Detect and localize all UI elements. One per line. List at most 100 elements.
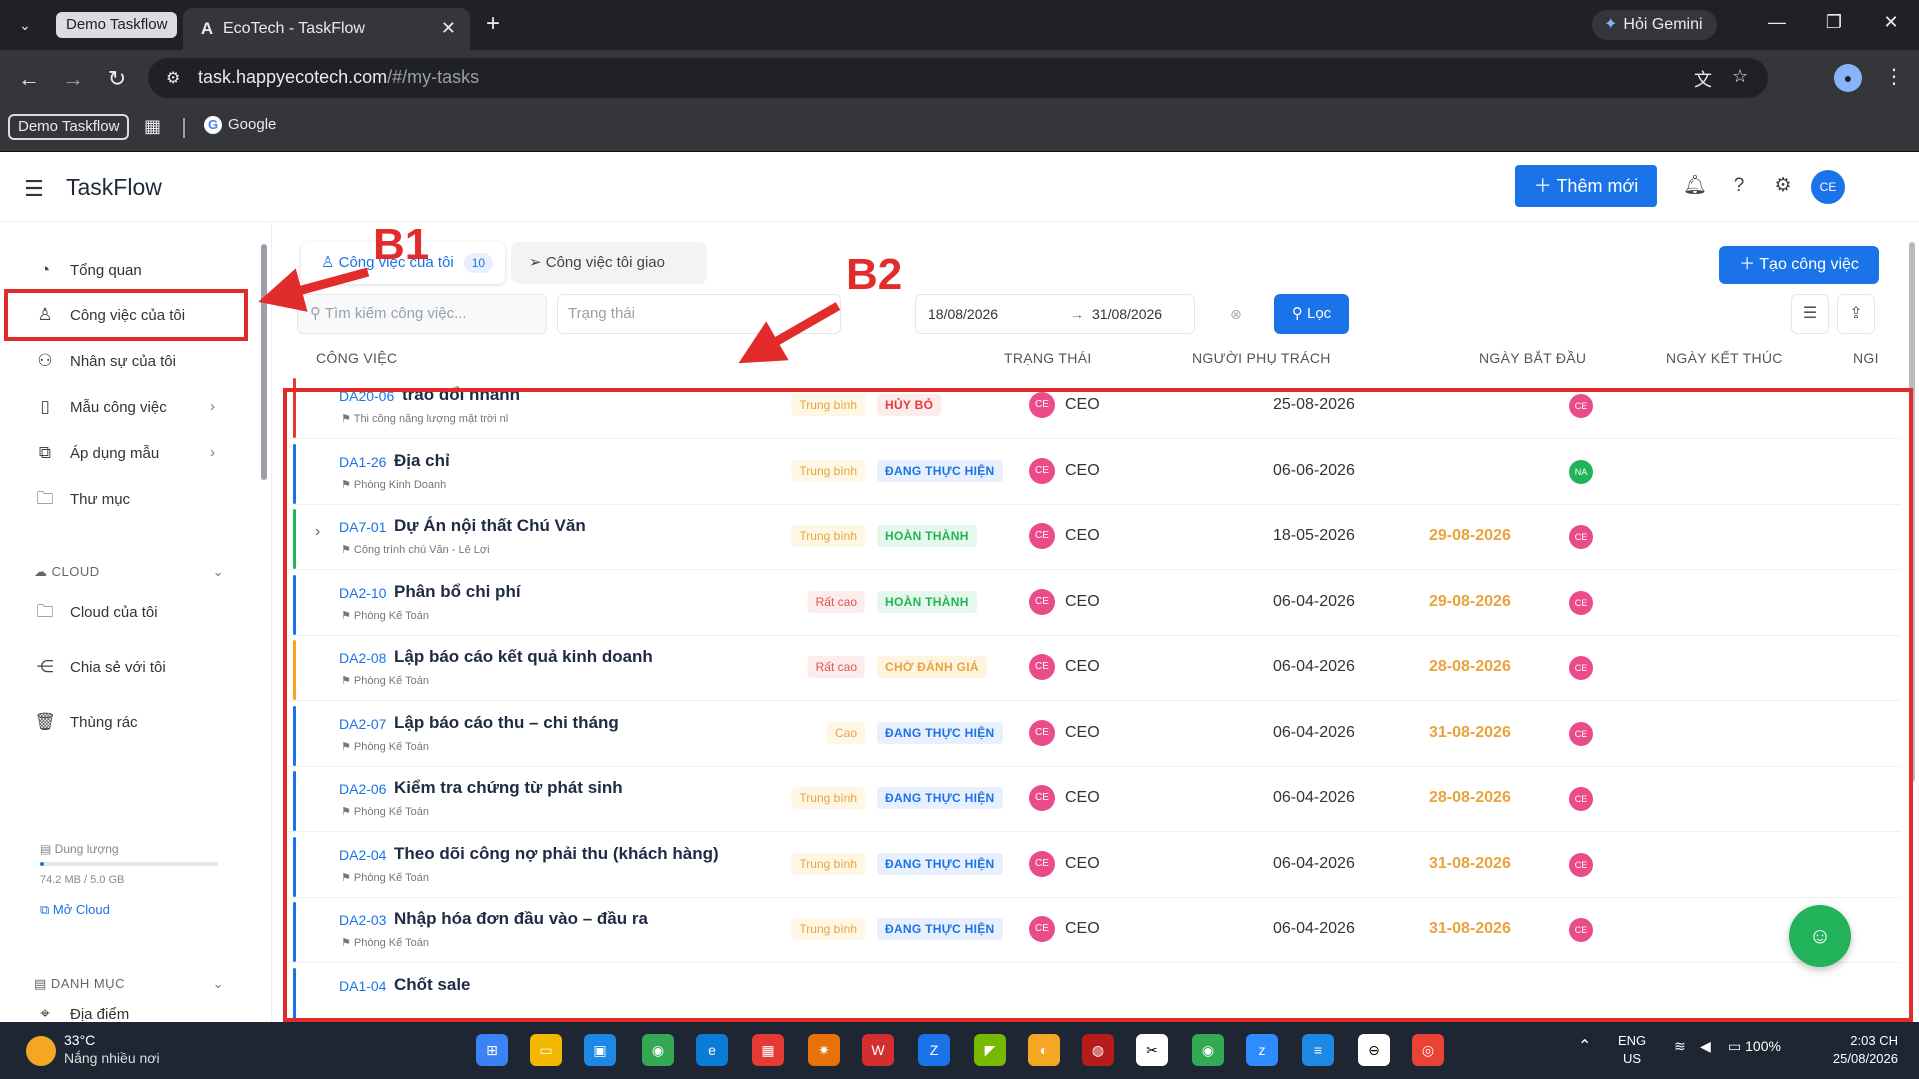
- weather-temp: 33°C: [64, 1032, 96, 1048]
- weather-desc: Nắng nhiều nơi: [64, 1050, 160, 1066]
- zoom-icon[interactable]: z: [1246, 1034, 1278, 1066]
- folder-icon: 🗀︎: [36, 489, 54, 508]
- category-section-header[interactable]: ▤ DANH MỤC ⌄: [34, 974, 224, 994]
- copy-icon: ⧉: [38, 443, 52, 462]
- battery-percent: 100%: [1745, 1038, 1781, 1054]
- storage-progress-fill: [40, 862, 44, 866]
- file-explorer-icon[interactable]: ▭: [530, 1034, 562, 1066]
- browser-menu-icon[interactable]: ⋮: [1884, 64, 1904, 89]
- minimize-icon[interactable]: —: [1762, 12, 1792, 33]
- wifi-icon[interactable]: ≋: [1674, 1038, 1686, 1055]
- chrome-icon[interactable]: ◎: [1412, 1034, 1444, 1066]
- annotation-box-b1: [4, 289, 248, 341]
- edge-icon[interactable]: e: [696, 1034, 728, 1066]
- chrome-profile-icon[interactable]: ◉: [1192, 1034, 1224, 1066]
- status-select[interactable]: Trạng thái ⌄: [557, 294, 841, 334]
- sidebar-item-label: Nhân sự của tôi: [70, 353, 176, 370]
- bookmark-divider: [183, 118, 185, 138]
- tab-assigned-tasks[interactable]: ➢ Công việc tôi giao: [511, 242, 707, 284]
- create-task-label: Tạo công việc: [1759, 256, 1859, 273]
- browser-toolbar: ← → ↻ ⚙ task.happyecotech.com/#/my-tasks…: [0, 50, 1919, 108]
- volume-icon[interactable]: ◀: [1700, 1038, 1711, 1055]
- annotation-label-b2: B2: [846, 250, 903, 299]
- clock[interactable]: 2:03 CH 25/08/2026: [1818, 1032, 1898, 1068]
- site-info-icon[interactable]: ⚙: [166, 68, 180, 88]
- add-new-button[interactable]: ＋ Thêm mới: [1515, 165, 1657, 207]
- nvidia-icon[interactable]: ◤: [974, 1034, 1006, 1066]
- bookmark-group-chip[interactable]: Demo Taskflow: [8, 114, 130, 140]
- tab-search-icon[interactable]: ⌄: [14, 14, 36, 36]
- sidebar-item-shared[interactable]: ⋲ Chia sẻ với tôi: [34, 653, 166, 681]
- app-icon[interactable]: ⊖: [1358, 1034, 1390, 1066]
- sidebar-item-folders[interactable]: 🗀︎ Thư mục: [34, 485, 131, 513]
- storage-label-text: Dung lượng: [54, 842, 119, 856]
- app-icon[interactable]: ◍: [1082, 1034, 1114, 1066]
- gear-icon[interactable]: ⚙: [1771, 174, 1795, 198]
- open-cloud-link[interactable]: ⧉ Mở Cloud: [40, 902, 110, 918]
- menu-icon[interactable]: ☰: [24, 176, 44, 202]
- media-icon[interactable]: ▣: [584, 1034, 616, 1066]
- tab-favicon-icon: A: [200, 19, 214, 38]
- app-icon[interactable]: ▦: [752, 1034, 784, 1066]
- sidebar-item-label: Áp dụng mẫu: [70, 445, 160, 462]
- sparkle-app-icon[interactable]: ✷: [808, 1034, 840, 1066]
- capcut-icon[interactable]: ✂: [1136, 1034, 1168, 1066]
- sidebar-item-templates[interactable]: ▯ Mẫu công việc ›: [34, 393, 215, 421]
- filter-button[interactable]: ⚲ Lọc: [1274, 294, 1349, 334]
- date-to[interactable]: 31/08/2026: [1092, 295, 1162, 333]
- start-icon[interactable]: ⊞: [476, 1034, 508, 1066]
- sidebar-item-my-cloud[interactable]: 🗀︎ Cloud của tôi: [34, 598, 158, 626]
- notepad-icon[interactable]: ≡: [1302, 1034, 1334, 1066]
- arrow-right-icon: →: [1070, 306, 1084, 322]
- apps-grid-icon[interactable]: ▦: [144, 116, 161, 137]
- battery-indicator[interactable]: ▭ 100%: [1728, 1038, 1781, 1055]
- chevron-right-icon: ›: [210, 444, 215, 461]
- bookmark-star-icon[interactable]: ☆: [1732, 66, 1748, 87]
- gemini-button[interactable]: ✦ Hỏi Gemini: [1592, 10, 1717, 40]
- address-bar[interactable]: ⚙ task.happyecotech.com/#/my-tasks ☆ 文: [148, 58, 1768, 98]
- status-placeholder: Trạng thái: [568, 305, 635, 322]
- close-tab-icon[interactable]: ✕: [441, 18, 456, 39]
- reload-icon[interactable]: ↻: [104, 66, 130, 92]
- export-icon[interactable]: ⇪: [1837, 294, 1875, 334]
- cloud-section-header[interactable]: ☁ CLOUD ⌄: [34, 562, 224, 582]
- user-avatar[interactable]: CE: [1811, 170, 1845, 204]
- help-icon[interactable]: ?: [1727, 174, 1751, 198]
- forward-icon[interactable]: →: [60, 66, 86, 92]
- clock-date: 25/08/2026: [1832, 1051, 1898, 1066]
- column-header-status: TRẠNG THÁI: [1004, 350, 1092, 366]
- zalo-icon[interactable]: Z: [918, 1034, 950, 1066]
- date-range-picker[interactable]: 18/08/2026 → 31/08/2026 ⊗: [915, 294, 1242, 334]
- browser-tab-active[interactable]: A EcoTech - TaskFlow ✕: [183, 8, 470, 50]
- app-brand: TaskFlow: [66, 174, 162, 200]
- create-task-button[interactable]: ＋ Tạo công việc: [1719, 246, 1879, 284]
- bell-icon[interactable]: 🔔︎: [1683, 174, 1707, 198]
- search-input[interactable]: ⚲ Tìm kiếm công việc...: [297, 294, 547, 334]
- column-settings-icon[interactable]: ☰: [1791, 294, 1829, 334]
- sidebar-item-trash[interactable]: 🗑︎ Thùng rác: [34, 708, 137, 736]
- user-icon: ♙: [321, 254, 339, 271]
- translate-icon[interactable]: 文: [1694, 66, 1712, 92]
- new-tab-icon[interactable]: +: [486, 12, 500, 36]
- app-icon[interactable]: W: [862, 1034, 894, 1066]
- sidebar-item-apply-template[interactable]: ⧉ Áp dụng mẫu ›: [34, 439, 215, 467]
- sidebar-item-my-staff[interactable]: ⚇ Nhân sự của tôi: [34, 347, 176, 375]
- game-icon[interactable]: ◐: [1028, 1034, 1060, 1066]
- bookmark-google[interactable]: G Google: [204, 116, 276, 134]
- profile-avatar-icon[interactable]: ●: [1834, 64, 1862, 92]
- folder-icon: 🗀︎: [36, 602, 54, 621]
- date-from[interactable]: 18/08/2026: [928, 295, 998, 333]
- tab-group-chip[interactable]: Demo Taskflow: [56, 12, 178, 38]
- tray-chevron-up-icon[interactable]: ⌃: [1578, 1036, 1591, 1056]
- sidebar-item-overview[interactable]: ◔ Tổng quan: [34, 256, 142, 284]
- clear-date-icon[interactable]: ⊗: [1230, 295, 1242, 333]
- chrome-profile-icon[interactable]: ◉: [642, 1034, 674, 1066]
- back-icon[interactable]: ←: [16, 66, 42, 92]
- language-indicator[interactable]: ENG US: [1618, 1032, 1646, 1068]
- chevron-down-icon: ⌄: [212, 976, 224, 991]
- restore-icon[interactable]: ❐: [1819, 12, 1849, 33]
- sidebar-scrollbar[interactable]: [261, 244, 267, 480]
- tab-title: EcoTech - TaskFlow: [223, 20, 365, 37]
- close-window-icon[interactable]: ✕: [1876, 12, 1906, 33]
- sidebar-item-locations[interactable]: ⌖ Địa điểm: [34, 1000, 129, 1022]
